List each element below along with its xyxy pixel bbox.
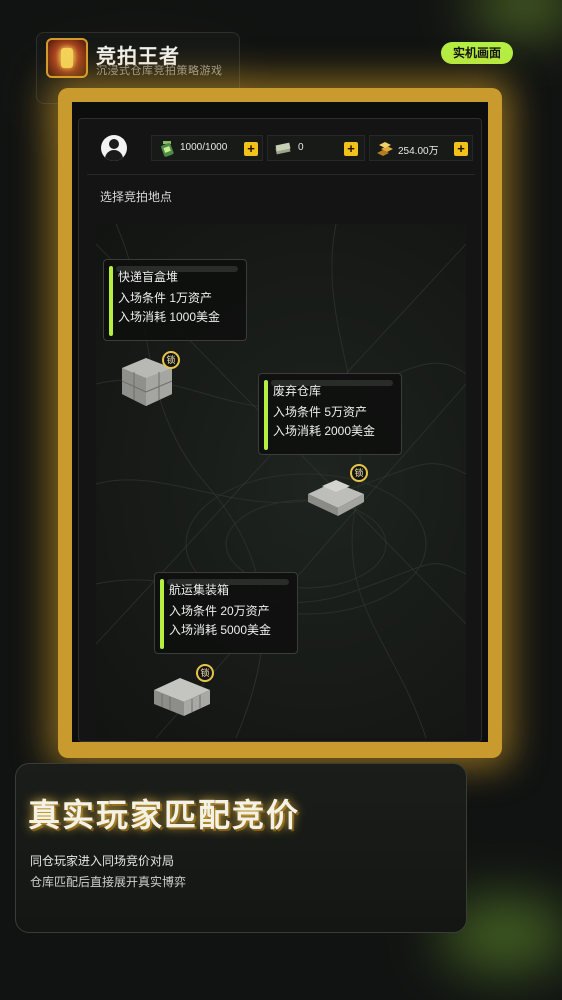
- location-name: 快递盲盒堆: [118, 270, 179, 284]
- background-glow: [470, 0, 562, 30]
- lock-badge: 锁: [196, 664, 214, 682]
- lock-badge: 锁: [162, 351, 180, 369]
- entry-cost: 入场消耗 1000美金: [118, 310, 221, 324]
- resource-bar: 1000/1000 + 0 + 254.00万 +: [87, 135, 475, 175]
- entry-requirement: 入场条件 5万资产: [273, 405, 368, 419]
- app-subtitle: 沉浸式仓库竞拍策略游戏: [96, 65, 223, 77]
- feature-description: 同仓玩家进入同场竞价对局: [30, 854, 175, 868]
- entry-requirement: 入场条件 1万资产: [118, 291, 213, 305]
- energy-stat: 1000/1000 +: [151, 135, 263, 161]
- entry-cost: 入场消耗 5000美金: [169, 623, 272, 637]
- location-card-shipping-container[interactable]: 航运集装箱 入场条件 20万资产 入场消耗 5000美金: [154, 572, 298, 654]
- cash-stack-icon: [275, 142, 291, 155]
- entry-cost: 入场消耗 2000美金: [273, 424, 376, 438]
- avatar[interactable]: [101, 135, 127, 161]
- energy-value: 1000/1000: [180, 142, 228, 153]
- add-energy-button[interactable]: +: [244, 142, 258, 156]
- feature-title: 真实玩家匹配竞价: [28, 797, 301, 833]
- entry-requirement: 入场条件 20万资产: [169, 604, 270, 618]
- real-gameplay-badge: 实机画面: [441, 42, 513, 64]
- select-location-label: 选择竞拍地点: [100, 190, 173, 204]
- app-logo-icon: [46, 38, 88, 78]
- location-name: 废弃仓库: [273, 384, 322, 398]
- location-card-express-boxes[interactable]: 快递盲盒堆 入场条件 1万资产 入场消耗 1000美金: [103, 259, 247, 341]
- add-cash-button[interactable]: +: [344, 142, 358, 156]
- gold-value: 254.00万: [398, 146, 439, 157]
- cash-stat: 0 +: [267, 135, 365, 161]
- gold-stat: 254.00万 +: [369, 135, 473, 161]
- gold-bars-icon: [377, 142, 393, 156]
- feature-panel: [15, 763, 467, 933]
- lock-badge: 锁: [350, 464, 368, 482]
- location-name: 航运集装箱: [169, 583, 230, 597]
- location-card-abandoned-warehouse[interactable]: 废弃仓库 入场条件 5万资产 入场消耗 2000美金: [258, 373, 402, 455]
- cash-value: 0: [298, 142, 304, 153]
- auction-map: 快递盲盒堆 入场条件 1万资产 入场消耗 1000美金 锁 废弃仓库 入场条件 …: [96, 224, 466, 738]
- energy-bottle-icon: [161, 141, 174, 157]
- feature-description: 仓库匹配后直接展开真实博弈: [30, 875, 187, 889]
- add-gold-button[interactable]: +: [454, 142, 468, 156]
